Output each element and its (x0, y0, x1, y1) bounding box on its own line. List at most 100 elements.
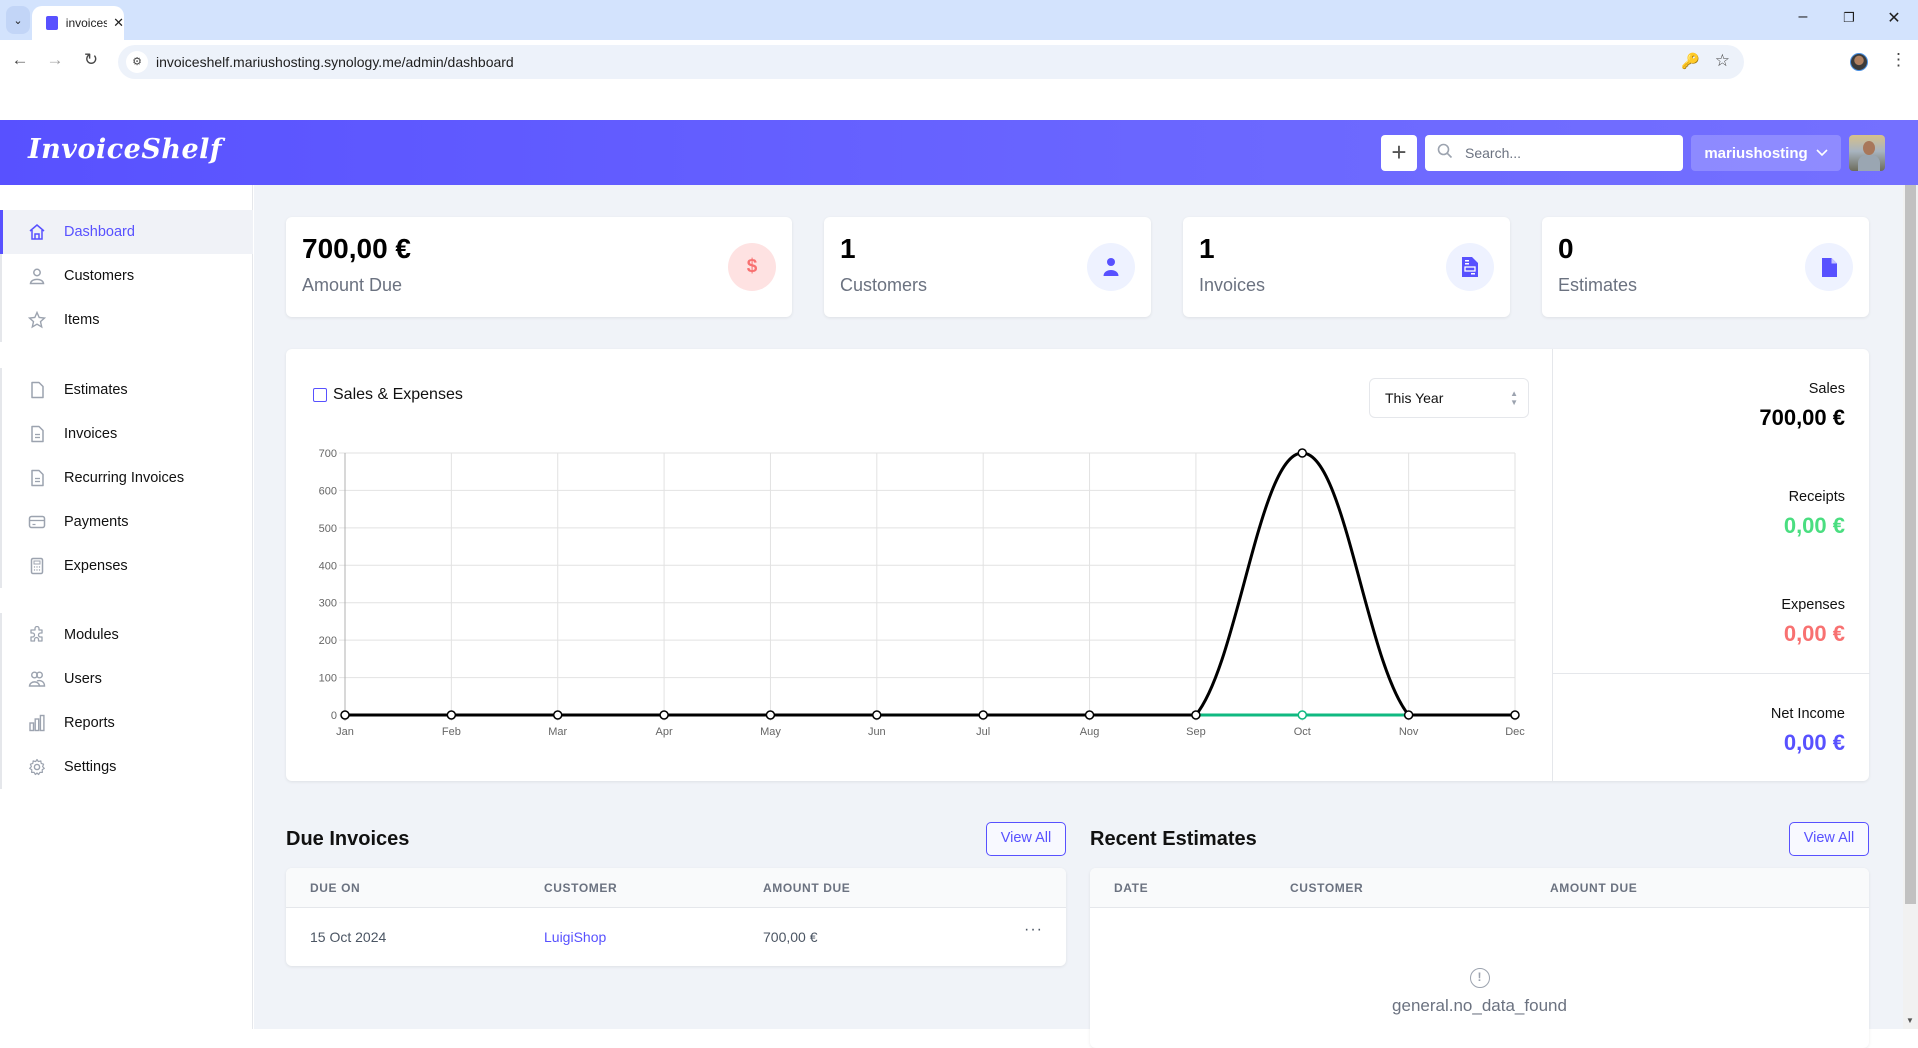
sidebar-item-recurring-invoices[interactable]: Recurring Invoices (2, 456, 253, 500)
row-actions-icon[interactable]: ··· (1024, 921, 1043, 939)
sidebar-item-payments[interactable]: Payments (2, 500, 253, 544)
stat-value: 1 (1199, 233, 1215, 264)
scrollbar-thumb[interactable] (1905, 185, 1916, 904)
y-tick-label: 500 (319, 523, 337, 535)
sales-point (1510, 710, 1520, 720)
sidebar-item-label: Dashboard (64, 224, 135, 240)
invoice-icon (1446, 243, 1494, 291)
calculator-icon (28, 557, 46, 575)
close-tab-icon[interactable]: ✕ (113, 15, 124, 31)
y-tick-label: 200 (319, 635, 337, 647)
key-icon[interactable]: 🔑 (1681, 52, 1700, 70)
sales-point (765, 710, 776, 720)
sidebar-item-label: Invoices (64, 426, 118, 442)
sidebar-item-customers[interactable]: Customers (2, 254, 253, 298)
column-header[interactable]: CUSTOMER (1290, 881, 1363, 895)
browser-profile-avatar[interactable] (1850, 53, 1868, 71)
browser-menu-icon[interactable]: ⋮ (1890, 50, 1907, 70)
minimize-icon[interactable]: – (1788, 8, 1818, 26)
y-tick-label: 400 (319, 560, 337, 572)
summary-receipts-value: 0,00 € (1783, 513, 1845, 538)
stat-card-amount-due[interactable]: 700,00 € Amount Due $ (286, 217, 792, 317)
cog-icon (28, 758, 46, 776)
create-new-button[interactable]: + (1381, 135, 1417, 171)
stat-card-customers[interactable]: 1 Customers (824, 217, 1151, 317)
column-header[interactable]: DATE (1114, 881, 1148, 895)
global-search[interactable] (1425, 135, 1683, 171)
logo[interactable]: InvoiceShelf (28, 134, 222, 165)
stat-label: Amount Due (302, 275, 403, 295)
sales-point (659, 710, 669, 720)
summary-sales-value: 700,00 € (1759, 405, 1845, 430)
sidebar-item-items[interactable]: Items (2, 298, 253, 342)
sidebar-item-modules[interactable]: Modules (2, 613, 253, 657)
page-scrollbar[interactable]: ▼ (1903, 185, 1918, 1029)
browser-tab[interactable]: invoicesh ✕ (32, 6, 124, 40)
address-bar[interactable]: ⚙ invoiceshelf.mariushosting.synology.me… (118, 45, 1744, 79)
reload-icon[interactable]: ↻ (80, 50, 102, 70)
bookmark-star-icon[interactable]: ☆ (1715, 51, 1730, 71)
user-menu-button[interactable]: mariushosting (1691, 135, 1841, 171)
sidebar-item-users[interactable]: Users (2, 657, 253, 701)
sidebar-item-label: Users (64, 671, 102, 687)
summary-net-income-label: Net Income (1770, 706, 1845, 722)
sidebar-group-sales: Estimates Invoices Recurring Invoices Pa… (0, 368, 253, 588)
user-avatar[interactable] (1849, 135, 1885, 171)
site-settings-icon[interactable]: ⚙ (126, 51, 148, 73)
table-header: DATE CUSTOMER AMOUNT DUE (1090, 868, 1869, 908)
sidebar-item-estimates[interactable]: Estimates (2, 368, 253, 412)
close-window-icon[interactable]: ✕ (1879, 8, 1909, 28)
app-header: InvoiceShelf + mariushosting (0, 120, 1918, 185)
back-icon[interactable]: ← (9, 50, 31, 70)
sidebar-item-invoices[interactable]: Invoices (2, 412, 253, 456)
scroll-down-arrow-icon[interactable]: ▼ (1906, 1016, 1914, 1025)
sidebar-item-reports[interactable]: Reports (2, 701, 253, 745)
forward-icon[interactable]: → (44, 50, 66, 70)
column-header[interactable]: DUE ON (310, 881, 360, 895)
url-text[interactable]: invoiceshelf.mariushosting.synology.me/a… (156, 54, 514, 70)
chevron-down-icon: ⌄ (13, 14, 23, 27)
empty-state: ! general.no_data_found (1090, 968, 1869, 1016)
summary-net-income: Net Income 0,00 € (1771, 706, 1845, 756)
sales-point (446, 710, 457, 720)
due-invoices-title: Due Invoices (286, 828, 410, 850)
y-tick-label: 700 (319, 448, 337, 460)
recent-estimates-table: DATE CUSTOMER AMOUNT DUE ! general.no_da… (1090, 868, 1869, 1048)
sidebar-group-main: Dashboard Customers Items (0, 210, 253, 342)
stat-card-invoices[interactable]: 1 Invoices (1183, 217, 1510, 317)
sidebar-item-settings[interactable]: Settings (2, 745, 253, 789)
main-content: 700,00 € Amount Due $ 1 Customers 1 Invo… (254, 185, 1903, 1048)
customer-link[interactable]: LuigiShop (544, 929, 606, 945)
plus-icon: + (1391, 137, 1407, 167)
dollar-icon: $ (728, 243, 776, 291)
sidebar-item-label: Items (64, 312, 100, 328)
search-input[interactable] (1465, 135, 1675, 171)
column-header[interactable]: CUSTOMER (544, 881, 617, 895)
sales-point (1191, 710, 1201, 720)
summary-net-income-value: 0,00 € (1783, 730, 1845, 755)
sales-line (345, 451, 1515, 717)
y-tick-label: 100 (319, 673, 337, 685)
stat-card-estimates[interactable]: 0 Estimates (1542, 217, 1869, 317)
recent-estimates-view-all-button[interactable]: View All (1789, 822, 1869, 856)
summary-receipts: Receipts 0,00 € (1784, 489, 1845, 539)
due-on-cell: 15 Oct 2024 (310, 929, 387, 945)
sidebar-item-expenses[interactable]: Expenses (2, 544, 253, 588)
sidebar-item-dashboard[interactable]: Dashboard (0, 210, 253, 254)
home-icon (28, 223, 46, 241)
sales-point (978, 710, 988, 720)
column-header[interactable]: AMOUNT DUE (1550, 881, 1637, 895)
sales-expenses-chart: 0 100 200 300 400 500 600 700 Jan Feb Mar Apr May Jun… (319, 448, 1526, 738)
stat-value: 700,00 € (302, 233, 411, 264)
summary-expenses-value: 0,00 € (1783, 621, 1845, 646)
tab-search-button[interactable]: ⌄ (6, 6, 30, 34)
stat-value: 1 (840, 233, 856, 264)
favicon-icon (46, 16, 58, 30)
sidebar-item-label: Recurring Invoices (64, 470, 185, 486)
column-header[interactable]: AMOUNT DUE (763, 881, 850, 895)
search-icon (1437, 143, 1453, 159)
restore-icon[interactable]: ❐ (1834, 10, 1864, 26)
receipts-point (1297, 710, 1308, 720)
users-icon (28, 670, 46, 688)
due-invoices-view-all-button[interactable]: View All (986, 822, 1066, 856)
